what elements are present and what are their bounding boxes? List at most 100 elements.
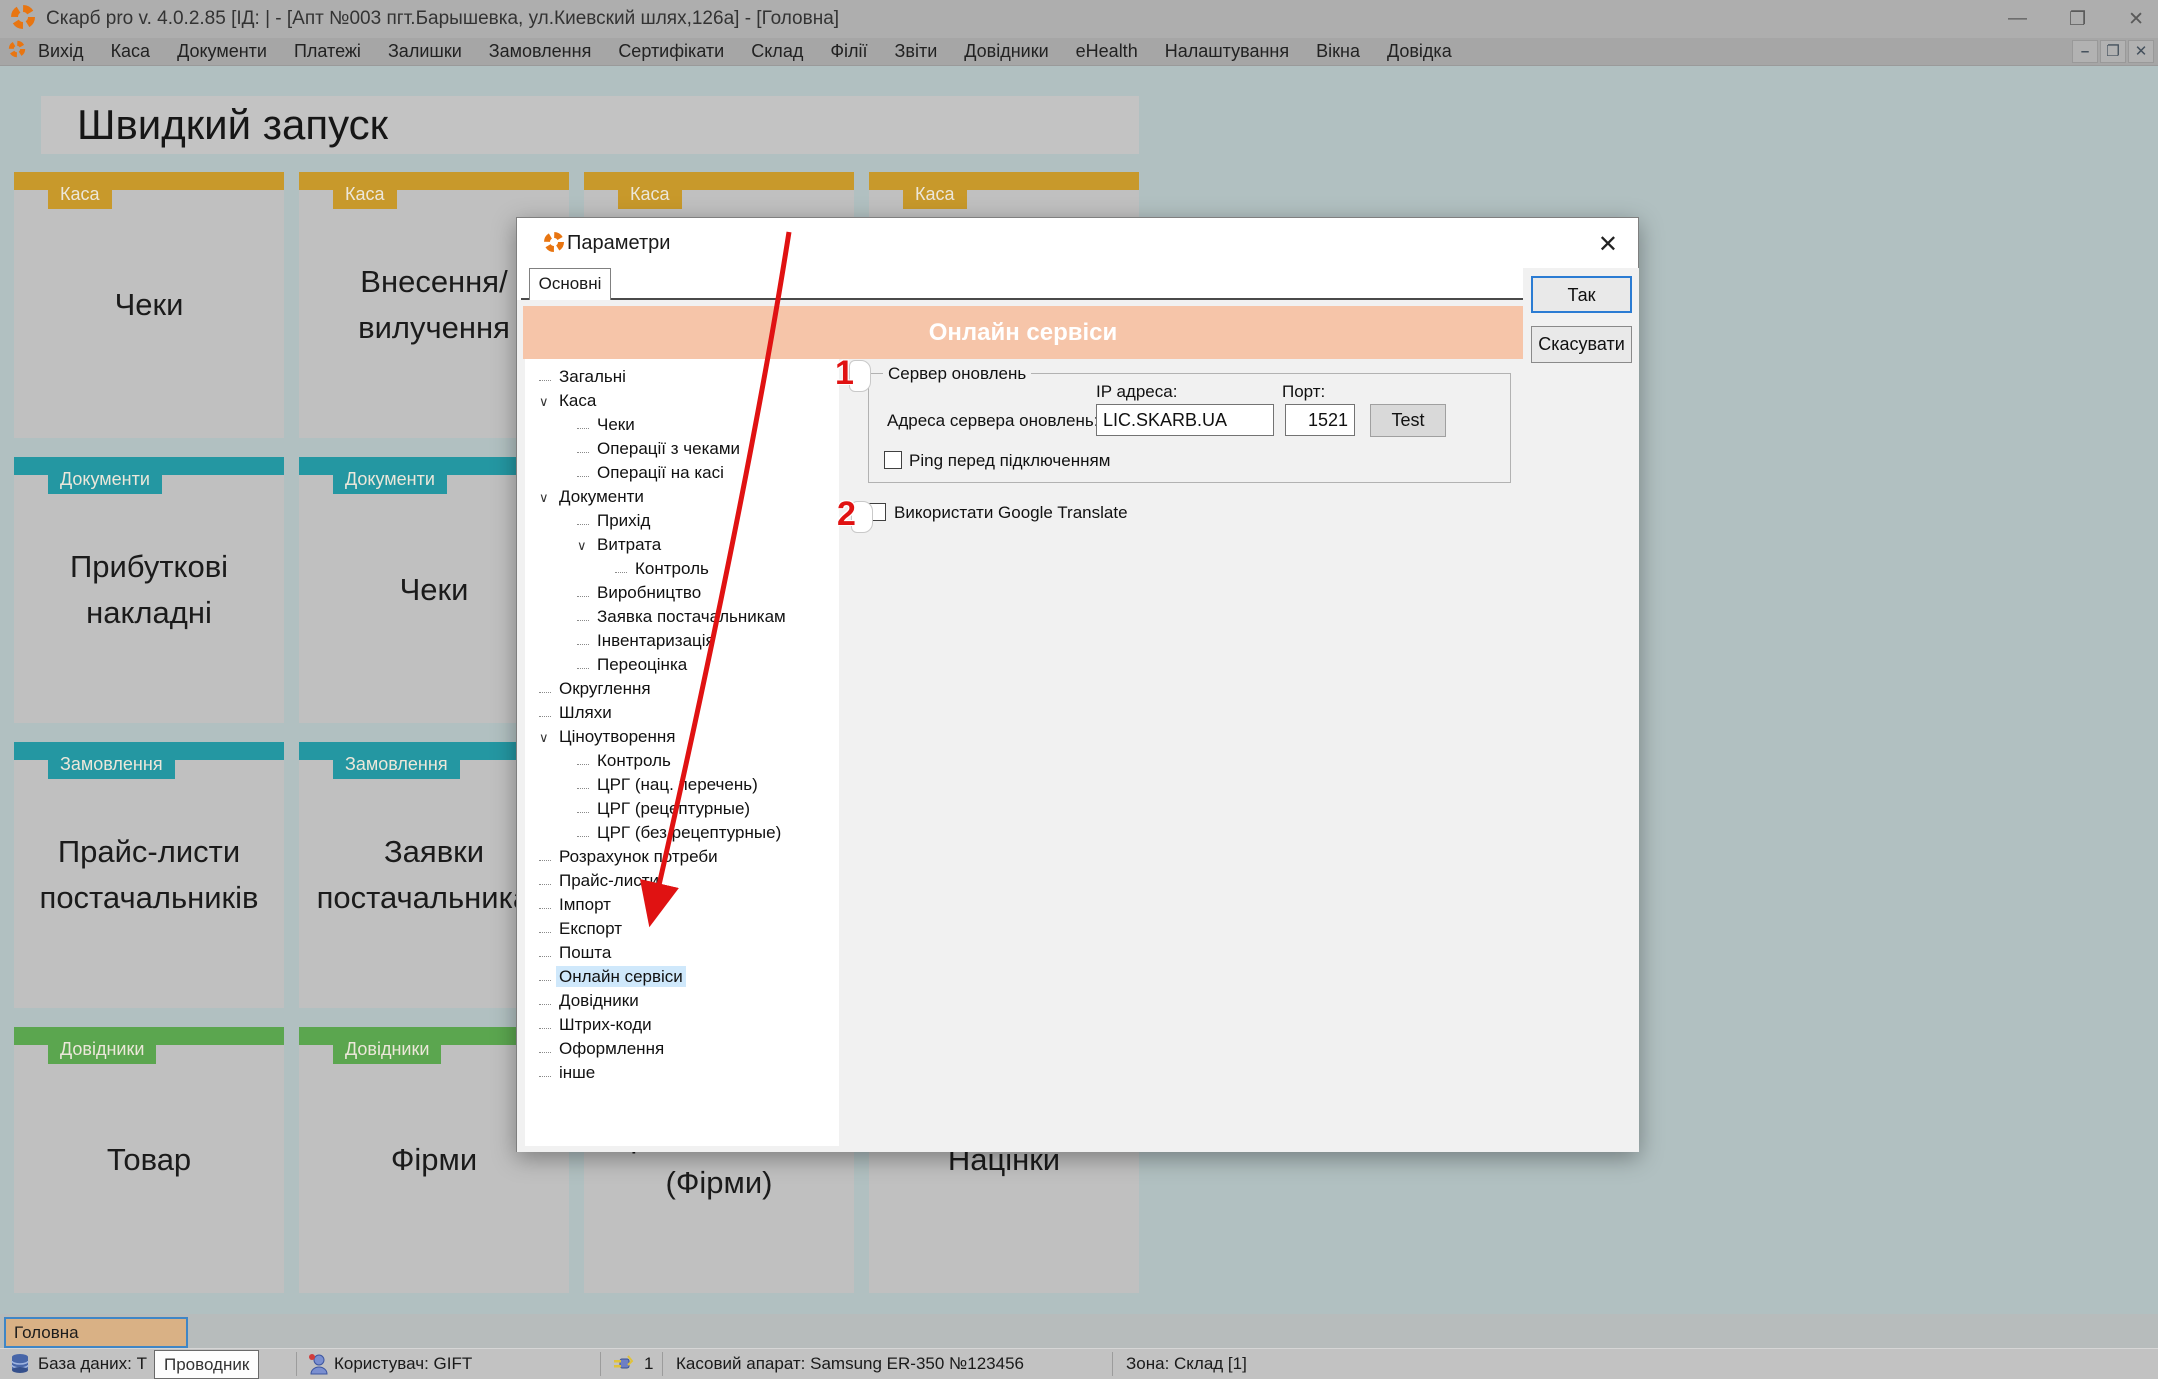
tree-item[interactable]: Контроль (525, 749, 839, 773)
tree-item[interactable]: інше (525, 1061, 839, 1085)
status-divider (1112, 1352, 1113, 1376)
tree-item-label[interactable]: Імпорт (556, 894, 614, 915)
tab-osnovni[interactable]: Основні (529, 268, 611, 300)
tree-item[interactable]: Контроль (525, 557, 839, 581)
menu-item-сертифікати[interactable]: Сертифікати (618, 41, 724, 62)
tree-item[interactable]: ЦРГ (рецептурные) (525, 797, 839, 821)
menu-item-каса[interactable]: Каса (111, 41, 151, 62)
tree-item[interactable]: Онлайн сервіси (525, 965, 839, 989)
tree-item-label[interactable]: Округлення (556, 678, 654, 699)
menu-item-вікна[interactable]: Вікна (1316, 41, 1360, 62)
tree-item-label[interactable]: Документи (556, 486, 647, 507)
tree-item-label[interactable]: Експорт (556, 918, 625, 939)
ping-checkbox[interactable] (884, 451, 902, 469)
mdi-close-icon[interactable]: ✕ (2128, 40, 2154, 63)
tree-item-label[interactable]: Контроль (594, 750, 674, 771)
tree-item-label[interactable]: Операції на касі (594, 462, 727, 483)
tree-item-label[interactable]: Операції з чеками (594, 438, 743, 459)
menu-item-довідники[interactable]: Довідники (964, 41, 1048, 62)
menu-item-документи[interactable]: Документи (177, 41, 267, 62)
chevron-down-icon[interactable]: ∨ (539, 390, 556, 414)
menu-item-налаштування[interactable]: Налаштування (1165, 41, 1289, 62)
tree-item-label[interactable]: ЦРГ (рецептурные) (594, 798, 753, 819)
menu-item-залишки[interactable]: Залишки (388, 41, 462, 62)
tree-item[interactable]: Виробництво (525, 581, 839, 605)
quick-launch-tile[interactable]: ЗамовленняПрайс-листи постачальників (14, 742, 284, 1008)
tree-item-label[interactable]: ЦРГ (без рецептурные) (594, 822, 784, 843)
tree-item-label[interactable]: Розрахунок потреби (556, 846, 721, 867)
tree-item[interactable]: Імпорт (525, 893, 839, 917)
tree-item-label[interactable]: інше (556, 1062, 598, 1083)
tree-item[interactable]: ∨Витрата (525, 533, 839, 557)
tree-item-label[interactable]: Довідники (556, 990, 642, 1011)
tree-item-label[interactable]: Витрата (594, 534, 664, 555)
tree-item-label[interactable]: ЦРГ (нац. перечень) (594, 774, 761, 795)
tree-item[interactable]: ЦРГ (без рецептурные) (525, 821, 839, 845)
dialog-close-icon[interactable]: ✕ (1598, 230, 1618, 259)
menu-item-філії[interactable]: Філії (830, 41, 867, 62)
tree-item-label[interactable]: Шляхи (556, 702, 615, 723)
tree-item[interactable]: Операції на касі (525, 461, 839, 485)
cancel-button[interactable]: Скасувати (1531, 326, 1632, 363)
test-button[interactable]: Test (1370, 404, 1446, 437)
tree-item[interactable]: Штрих-коди (525, 1013, 839, 1037)
tree-item-label[interactable]: Оформлення (556, 1038, 667, 1059)
tree-item[interactable]: Операції з чеками (525, 437, 839, 461)
tree-item-label[interactable]: Каса (556, 390, 599, 411)
tree-item-label[interactable]: Чеки (594, 414, 638, 435)
menu-item-довідка[interactable]: Довідка (1387, 41, 1452, 62)
port-input[interactable] (1285, 404, 1355, 436)
tree-item[interactable]: Оформлення (525, 1037, 839, 1061)
tree-item-label[interactable]: Контроль (632, 558, 712, 579)
explorer-window-label[interactable]: Проводник (154, 1350, 259, 1379)
tree-item[interactable]: Чеки (525, 413, 839, 437)
tree-item-label[interactable]: Прайс-листи (556, 870, 662, 891)
tree-item-label[interactable]: Штрих-коди (556, 1014, 655, 1035)
menu-item-склад[interactable]: Склад (751, 41, 803, 62)
tree-item-label[interactable]: Виробництво (594, 582, 704, 603)
tree-item[interactable]: Округлення (525, 677, 839, 701)
tree-item-label[interactable]: Інвентаризація (594, 630, 718, 651)
ok-button[interactable]: Так (1531, 276, 1632, 313)
tree-item-label[interactable]: Пошта (556, 942, 614, 963)
tree-item[interactable]: Прихід (525, 509, 839, 533)
tree-item-label[interactable]: Переоцінка (594, 654, 690, 675)
quick-launch-tile[interactable]: ДокументиПрибуткові накладні (14, 457, 284, 723)
mdi-minimize-icon[interactable]: – (2072, 40, 2098, 63)
chevron-down-icon[interactable]: ∨ (539, 726, 556, 750)
tree-item[interactable]: Інвентаризація (525, 629, 839, 653)
tree-item-label-selected[interactable]: Онлайн сервіси (556, 966, 686, 987)
tree-item[interactable]: Пошта (525, 941, 839, 965)
menu-item-вихід[interactable]: Вихід (38, 41, 84, 62)
menu-item-ehealth[interactable]: eHealth (1076, 41, 1138, 62)
quick-launch-tile[interactable]: КасаЧеки (14, 172, 284, 438)
close-icon[interactable]: ✕ (2128, 8, 2144, 31)
quick-launch-tile[interactable]: ДовідникиТовар (14, 1027, 284, 1293)
menu-item-замовлення[interactable]: Замовлення (489, 41, 592, 62)
menu-item-звіти[interactable]: Звіти (895, 41, 938, 62)
tree-item[interactable]: Шляхи (525, 701, 839, 725)
restore-icon[interactable]: ❐ (2069, 8, 2086, 31)
tree-item[interactable]: Прайс-листи (525, 869, 839, 893)
chevron-down-icon[interactable]: ∨ (577, 534, 594, 558)
minimize-icon[interactable]: — (2008, 8, 2027, 30)
tree-item[interactable]: Загальні (525, 365, 839, 389)
tab-holovna[interactable]: Головна (4, 1317, 188, 1348)
tree-item[interactable]: ∨Ціноутворення (525, 725, 839, 749)
mdi-restore-icon[interactable]: ❐ (2100, 40, 2126, 63)
tree-item[interactable]: ЦРГ (нац. перечень) (525, 773, 839, 797)
tree-item-label[interactable]: Прихід (594, 510, 653, 531)
tree-item[interactable]: ∨Документи (525, 485, 839, 509)
chevron-down-icon[interactable]: ∨ (539, 486, 556, 510)
tree-item[interactable]: Експорт (525, 917, 839, 941)
tree-item[interactable]: Довідники (525, 989, 839, 1013)
tree-item-label[interactable]: Загальні (556, 366, 629, 387)
tree-item[interactable]: Заявка постачальникам (525, 605, 839, 629)
tree-item[interactable]: ∨Каса (525, 389, 839, 413)
menu-item-платежі[interactable]: Платежі (294, 41, 361, 62)
tree-item[interactable]: Розрахунок потреби (525, 845, 839, 869)
tree-item-label[interactable]: Заявка постачальникам (594, 606, 789, 627)
tree-item-label[interactable]: Ціноутворення (556, 726, 678, 747)
tree-item[interactable]: Переоцінка (525, 653, 839, 677)
address-input[interactable] (1096, 404, 1274, 436)
